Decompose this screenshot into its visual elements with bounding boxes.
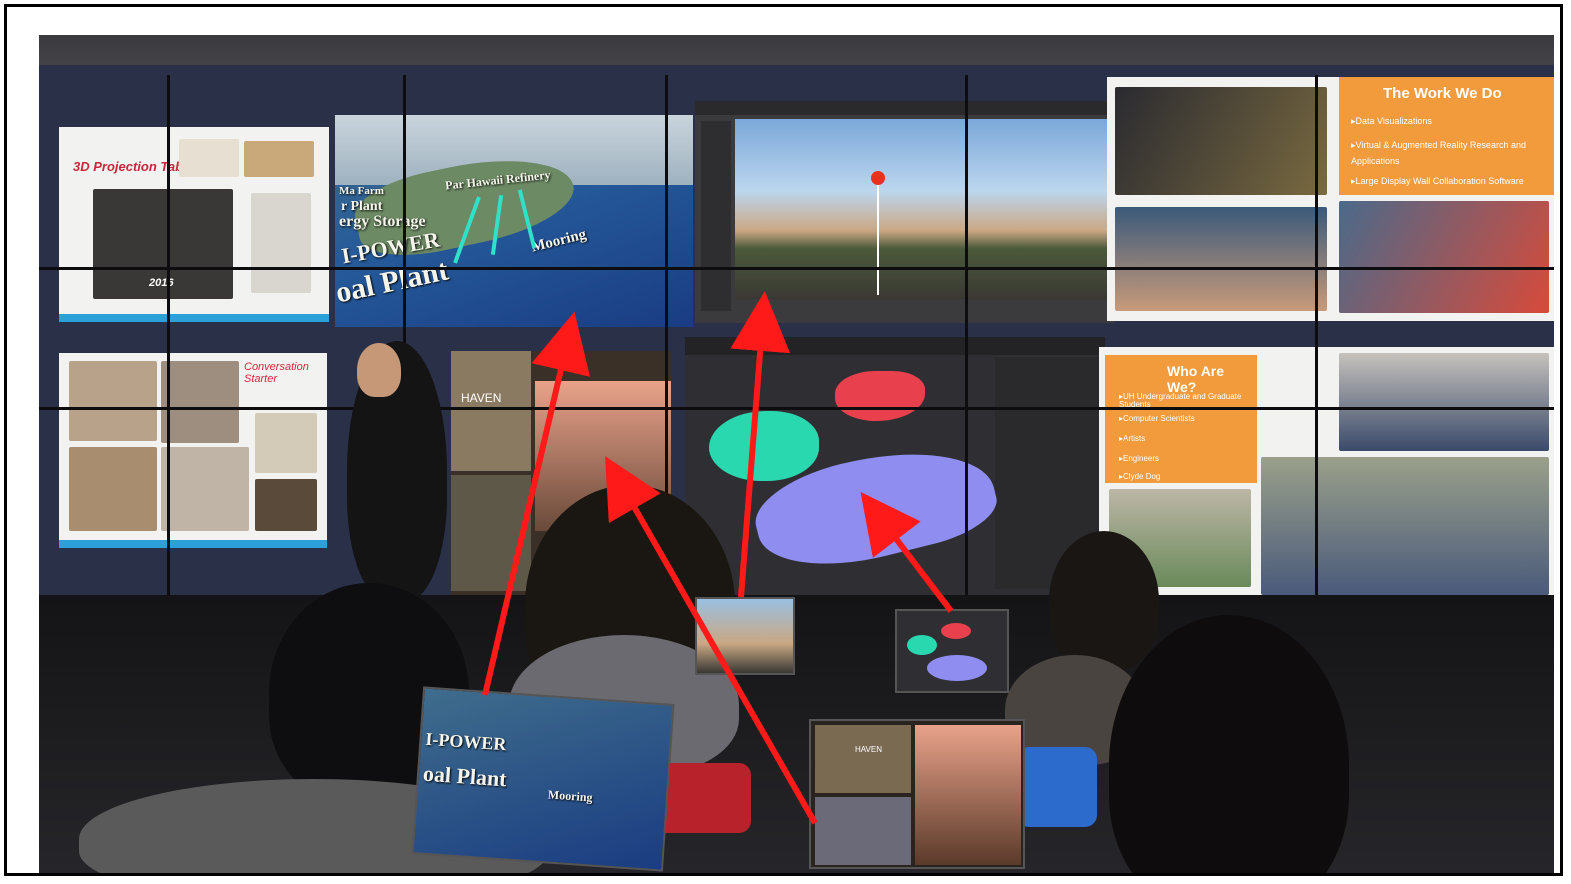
annotation-arrows — [482, 291, 954, 825]
image-frame: 3D Projection Table 2016 Conversation St… — [4, 4, 1563, 876]
arrow-laptop-to-video — [605, 456, 818, 825]
arrow-laptop-to-beach — [730, 291, 791, 598]
photo: 3D Projection Table 2016 Conversation St… — [39, 35, 1554, 873]
arrow-laptop-to-map — [482, 311, 591, 696]
arrow-laptop-to-islands — [860, 491, 954, 613]
